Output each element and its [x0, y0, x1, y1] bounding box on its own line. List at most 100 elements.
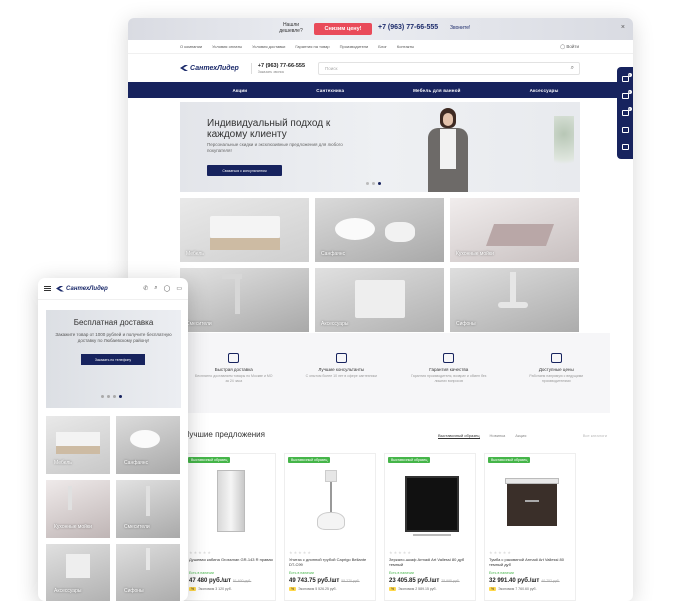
cat-furniture[interactable]: Мебель для ванной — [413, 88, 461, 93]
mobile-logo[interactable]: СантехЛидер — [56, 285, 108, 292]
nav-delivery[interactable]: Условия доставки — [252, 44, 285, 49]
product-card[interactable]: Выставочный образец ★★★★★ Зеркало-шкаф A… — [384, 453, 476, 601]
search-icon[interactable]: ⌕ — [154, 285, 157, 292]
mobile-screen: СантехЛидер ✆ ⌕ ◯ ▭ Бесплатная доставка … — [38, 278, 188, 601]
feature-item: Доступные цены Работаем напрямую с ведущ… — [516, 353, 596, 413]
favorites-icon[interactable]: 0 — [621, 90, 632, 100]
top-nav: О компании Условия оплаты Условия достав… — [128, 40, 633, 54]
product-name[interactable]: Унитаз с длинной трубой Caprigo Bellante… — [289, 557, 373, 567]
lower-price-button[interactable]: Снизим цену! — [314, 23, 372, 35]
category-tile[interactable]: Санфаянс — [315, 198, 444, 262]
tab-sale[interactable]: Акция — [515, 433, 526, 439]
economy-value: Экономия 3 120 руб. — [198, 587, 232, 591]
cart-icon[interactable]: ▭ — [176, 285, 182, 292]
tab-new[interactable]: Новинка — [490, 433, 506, 439]
consultant-button[interactable]: Связаться с консультантом — [207, 165, 282, 176]
category-tile[interactable]: Кухонные мойки — [450, 198, 579, 262]
product-image[interactable] — [203, 470, 259, 534]
feature-item: Гарантия качества Гарантия производителя… — [409, 353, 489, 413]
category-tile[interactable]: Аксессуары — [315, 268, 444, 332]
category-label: Сифоны — [124, 588, 144, 594]
category-label: Смесители — [186, 321, 212, 327]
product-image[interactable] — [303, 470, 359, 534]
slider-dot[interactable] — [366, 182, 369, 185]
category-tile[interactable]: Кухонные мойки — [46, 480, 110, 538]
category-tile[interactable]: Мебель — [180, 198, 309, 262]
category-label: Аксессуары — [321, 321, 349, 327]
phone-icon[interactable] — [621, 126, 629, 133]
mail-icon[interactable] — [621, 143, 629, 150]
phone-icon[interactable]: ✆ — [143, 285, 148, 292]
economy-value: Экономия 5 526.25 руб. — [298, 587, 337, 591]
sale-label-icon: % — [389, 587, 397, 591]
nav-payment[interactable]: Условия оплаты — [212, 44, 242, 49]
nav-blog[interactable]: Блог — [378, 44, 387, 49]
slider-dot[interactable] — [107, 395, 110, 398]
old-price: 40 752 руб. — [541, 579, 560, 583]
slider-dot[interactable] — [372, 182, 375, 185]
menu-icon[interactable] — [44, 286, 51, 291]
cat-promo[interactable]: Акции — [232, 88, 247, 93]
category-tile[interactable]: Сифоны — [116, 544, 180, 601]
feature-desc: Бесплатно доставляем товары по Москве и … — [194, 374, 273, 383]
search-icon[interactable]: ⌕ — [571, 65, 574, 72]
order-by-phone-button[interactable]: Заказать по телефону — [81, 354, 145, 365]
delivery-icon — [228, 353, 240, 363]
product-name[interactable]: Тумба с раковиной Armadi Art Vallessi 80… — [489, 557, 573, 567]
mobile-header-icons: ✆ ⌕ ◯ ▭ — [143, 285, 182, 292]
slider-dot-active[interactable] — [119, 395, 122, 398]
promo-call: Звоните! — [450, 25, 471, 31]
product-card[interactable]: Выставочный образец ★★★★★ Душевая кабина… — [184, 453, 276, 601]
product-name[interactable]: Душевая кабина Grossman GR-143 R правая — [189, 557, 273, 562]
cat-accessories[interactable]: Аксессуары — [530, 88, 559, 93]
hero-title: Индивидуальный подход к каждому клиенту — [207, 118, 331, 140]
user-icon[interactable]: ◯ — [164, 285, 171, 292]
availability: Есть в наличии — [389, 571, 414, 575]
category-tile[interactable]: Смесители — [116, 480, 180, 538]
slider-dot[interactable] — [101, 395, 104, 398]
search-input[interactable]: Поиск ⌕ — [318, 62, 580, 75]
product-card[interactable]: Выставочный образец ★★★★★ Тумба с ракови… — [484, 453, 576, 601]
nav-contacts[interactable]: Контакты — [397, 44, 414, 49]
promo-phone[interactable]: +7 (963) 77-66-555 — [378, 24, 438, 31]
category-tile[interactable]: Санфаянс — [116, 416, 180, 474]
sale-label-icon: % — [489, 587, 497, 591]
login-link[interactable]: ◯ Войти — [560, 44, 579, 50]
all-catalogs-link[interactable]: Все каталоги — [583, 433, 607, 438]
cart-icon[interactable]: 0 — [621, 73, 632, 83]
nav-brands[interactable]: Производители — [340, 44, 369, 49]
product-badge: Выставочный образец — [488, 457, 531, 463]
slider-dot-active[interactable] — [378, 182, 381, 185]
product-image[interactable] — [403, 470, 459, 536]
old-price: 25 995 руб. — [441, 579, 460, 583]
category-tile[interactable]: Мебель — [46, 416, 110, 474]
economy: % Экономия 2 589.15 руб. — [389, 587, 437, 591]
slider-dot[interactable] — [113, 395, 116, 398]
compare-icon[interactable]: 0 — [621, 106, 632, 116]
category-tile[interactable]: Смесители — [180, 268, 309, 332]
feature-desc: Гарантия производителя, возврат и обмен … — [411, 374, 487, 383]
product-badge: Выставочный образец — [288, 457, 331, 463]
hero-slider-dots — [366, 182, 381, 185]
nav-about[interactable]: О компании — [180, 44, 202, 49]
tab-exhibition[interactable]: Выставочный образец — [438, 433, 480, 439]
logo[interactable]: СантехЛидер — [180, 65, 239, 72]
cat-plumbing[interactable]: Сантехника — [316, 88, 344, 93]
header-phone[interactable]: +7 (963) 77-66-555 — [258, 63, 305, 69]
favorites-count: 0 — [627, 90, 632, 95]
category-tile[interactable]: Сифоны — [450, 268, 579, 332]
search-placeholder: Поиск — [325, 66, 338, 71]
callback-link[interactable]: Заказать звонок — [258, 70, 305, 74]
economy: % Экономия 5 526.25 руб. — [289, 587, 337, 591]
nav-warranty[interactable]: Гарантия на товар — [295, 44, 329, 49]
product-card[interactable]: Выставочный образец ★★★★★ Унитаз с длинн… — [284, 453, 376, 601]
rating-stars: ★★★★★ — [189, 550, 212, 555]
product-name[interactable]: Зеркало-шкаф Armadi Art Vallessi 80 дуб … — [389, 557, 473, 567]
category-label: Аксессуары — [54, 588, 82, 594]
product-badge: Выставочный образец — [388, 457, 431, 463]
category-tile[interactable]: Аксессуары — [46, 544, 110, 601]
quality-icon — [443, 353, 455, 363]
logo-mark-icon — [180, 65, 188, 71]
close-icon[interactable]: × — [621, 24, 625, 31]
product-image[interactable] — [503, 470, 559, 534]
